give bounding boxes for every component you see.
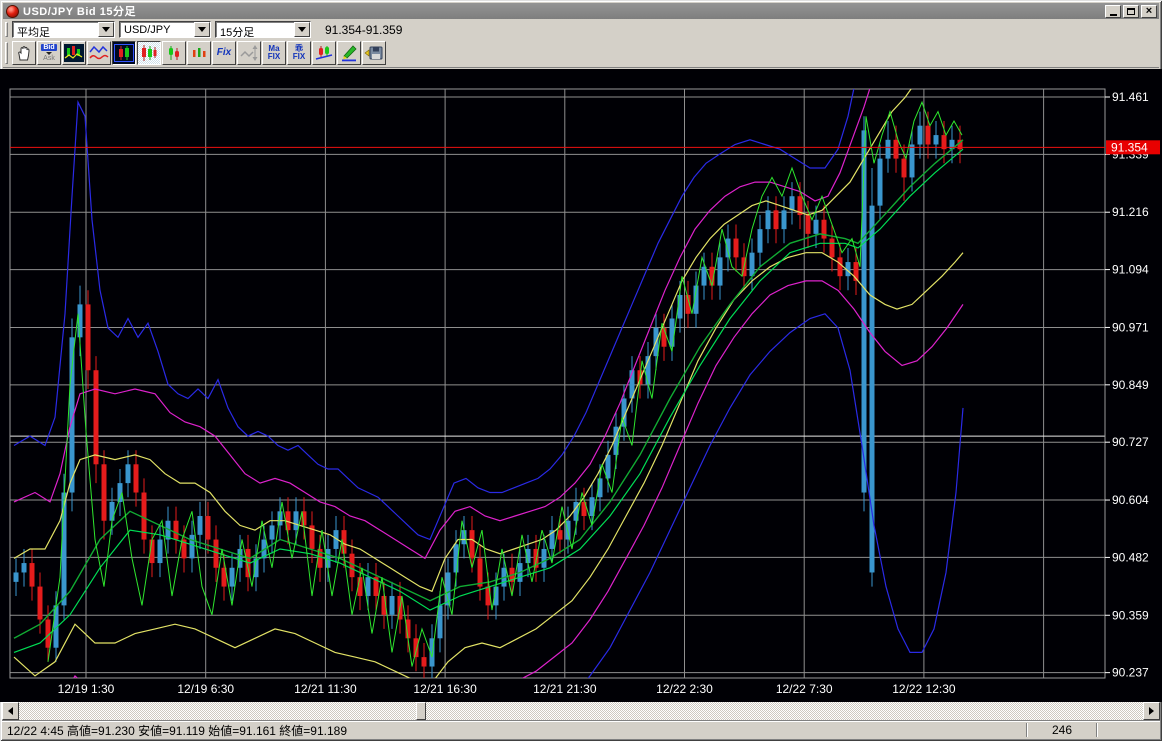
status-divider <box>1096 723 1098 737</box>
candlestick-icon <box>114 44 134 62</box>
window-title: USD/JPY Bid 15分足 <box>23 6 136 18</box>
maximize-button[interactable] <box>1123 4 1139 18</box>
svg-text:12/22 12:30: 12/22 12:30 <box>892 682 956 696</box>
selector-toolbar: 平均足 USD/JPY 15分足 91.354-91.359 <box>3 20 1159 39</box>
svg-text:91.216: 91.216 <box>1112 205 1149 219</box>
svg-text:90.482: 90.482 <box>1112 550 1149 564</box>
tick-bars-button[interactable] <box>187 41 211 65</box>
bar-pair-button[interactable] <box>162 41 186 65</box>
svg-text:90.359: 90.359 <box>1112 608 1149 622</box>
svg-text:90.604: 90.604 <box>1112 493 1149 507</box>
chart-style-button[interactable] <box>62 41 86 65</box>
scroll-left-icon <box>8 707 13 715</box>
timeframe-value: 15分足 <box>220 27 255 37</box>
line-chart-icon <box>89 45 109 60</box>
close-icon: × <box>1145 4 1153 17</box>
svg-text:12/19 1:30: 12/19 1:30 <box>58 682 115 696</box>
pencil-icon <box>342 45 357 62</box>
chart-style-select[interactable]: 平均足 <box>12 21 115 38</box>
toolbar-gripper[interactable] <box>5 41 8 65</box>
title-bar[interactable]: USD/JPY Bid 15分足 × <box>3 3 1159 19</box>
svg-text:90.849: 90.849 <box>1112 378 1149 392</box>
kairi-fix-button[interactable]: 乖 FIX <box>287 41 311 65</box>
chart-svg[interactable]: 91.46191.33991.21691.09490.97190.84990.7… <box>0 69 1162 702</box>
scroll-right-icon <box>1149 707 1154 715</box>
trend-candles-button[interactable] <box>312 41 336 65</box>
bid-ask-button[interactable]: Bid Ask <box>37 41 61 65</box>
bar-count: 246 <box>1051 723 1073 737</box>
svg-text:91.461: 91.461 <box>1112 90 1149 104</box>
save-chart-button[interactable] <box>362 41 386 65</box>
svg-text:12/21 21:30: 12/21 21:30 <box>533 682 597 696</box>
bar-pair-icon <box>169 46 179 60</box>
scrollbar-thumb[interactable] <box>416 702 426 720</box>
save-icon <box>364 46 383 60</box>
minimize-icon <box>1109 13 1117 16</box>
svg-text:12/22 7:30: 12/22 7:30 <box>776 682 833 696</box>
icon-toolbar: Bid Ask Fix Ma FIX 乖 FIX <box>3 39 1159 68</box>
pair-select[interactable]: USD/JPY <box>119 21 211 38</box>
status-bar: 12/22 4:45 高値=91.230 安値=91.119 始値=91.161… <box>2 720 1160 739</box>
close-button[interactable]: × <box>1141 4 1157 18</box>
candlestick-button[interactable] <box>112 41 136 65</box>
kairi-fix-label: 乖 FIX <box>292 44 306 61</box>
svg-text:12/21 16:30: 12/21 16:30 <box>413 682 477 696</box>
line-chart-button[interactable] <box>87 41 111 65</box>
status-divider <box>1026 723 1028 737</box>
scroll-left-button[interactable] <box>2 702 19 720</box>
chevron-down-icon[interactable] <box>294 22 310 37</box>
chart-window: USD/JPY Bid 15分足 × 平均足 USD/JPY 15分足 91.3… <box>0 0 1162 741</box>
svg-text:90.727: 90.727 <box>1112 435 1149 449</box>
heikin-ashi-button[interactable] <box>137 41 161 65</box>
bid-ask-icon: Bid Ask <box>41 44 57 62</box>
horizontal-scrollbar[interactable] <box>2 702 1160 720</box>
hand-icon <box>18 46 30 61</box>
tick-bars-icon <box>193 48 206 57</box>
scale-adjust-button <box>237 41 261 65</box>
maximize-icon <box>1127 7 1135 15</box>
svg-text:12/22 2:30: 12/22 2:30 <box>656 682 713 696</box>
svg-text:90.237: 90.237 <box>1112 666 1149 680</box>
heikin-ashi-icon <box>142 45 157 61</box>
ma-fix-button[interactable]: Ma FIX <box>262 41 286 65</box>
svg-text:12/21 11:30: 12/21 11:30 <box>294 682 357 696</box>
svg-text:91.094: 91.094 <box>1112 263 1149 277</box>
toolbar-gripper[interactable] <box>5 21 8 38</box>
app-icon <box>6 4 19 18</box>
chart-area[interactable]: 91.461 91.339 91.216 91.094 90.971 90.849 90.7… <box>0 69 1162 702</box>
fix-label: Fix <box>216 47 232 58</box>
scroll-right-button[interactable] <box>1143 702 1160 720</box>
trend-candles-icon <box>315 46 333 60</box>
chart-style-value: 平均足 <box>17 27 50 37</box>
pan-hand-button[interactable] <box>12 41 36 65</box>
scale-adjust-icon <box>240 45 258 61</box>
timeframe-select[interactable]: 15分足 <box>215 21 311 38</box>
svg-text:91.354: 91.354 <box>1111 140 1148 154</box>
bid-ask-quote: 91.354-91.359 <box>325 22 403 37</box>
ohlc-summary: 12/22 4:45 高値=91.230 安値=91.119 始値=91.161… <box>7 723 348 738</box>
svg-text:12/19 6:30: 12/19 6:30 <box>177 682 234 696</box>
fix-button[interactable]: Fix <box>212 41 236 65</box>
mini-chart-icon <box>64 44 84 62</box>
chevron-down-icon[interactable] <box>194 22 210 37</box>
minimize-button[interactable] <box>1105 4 1121 18</box>
pair-value: USD/JPY <box>124 24 171 36</box>
draw-pencil-button[interactable] <box>337 41 361 65</box>
ma-fix-label: Ma FIX <box>267 44 281 61</box>
chevron-down-icon[interactable] <box>98 22 114 37</box>
svg-text:90.971: 90.971 <box>1112 320 1149 334</box>
